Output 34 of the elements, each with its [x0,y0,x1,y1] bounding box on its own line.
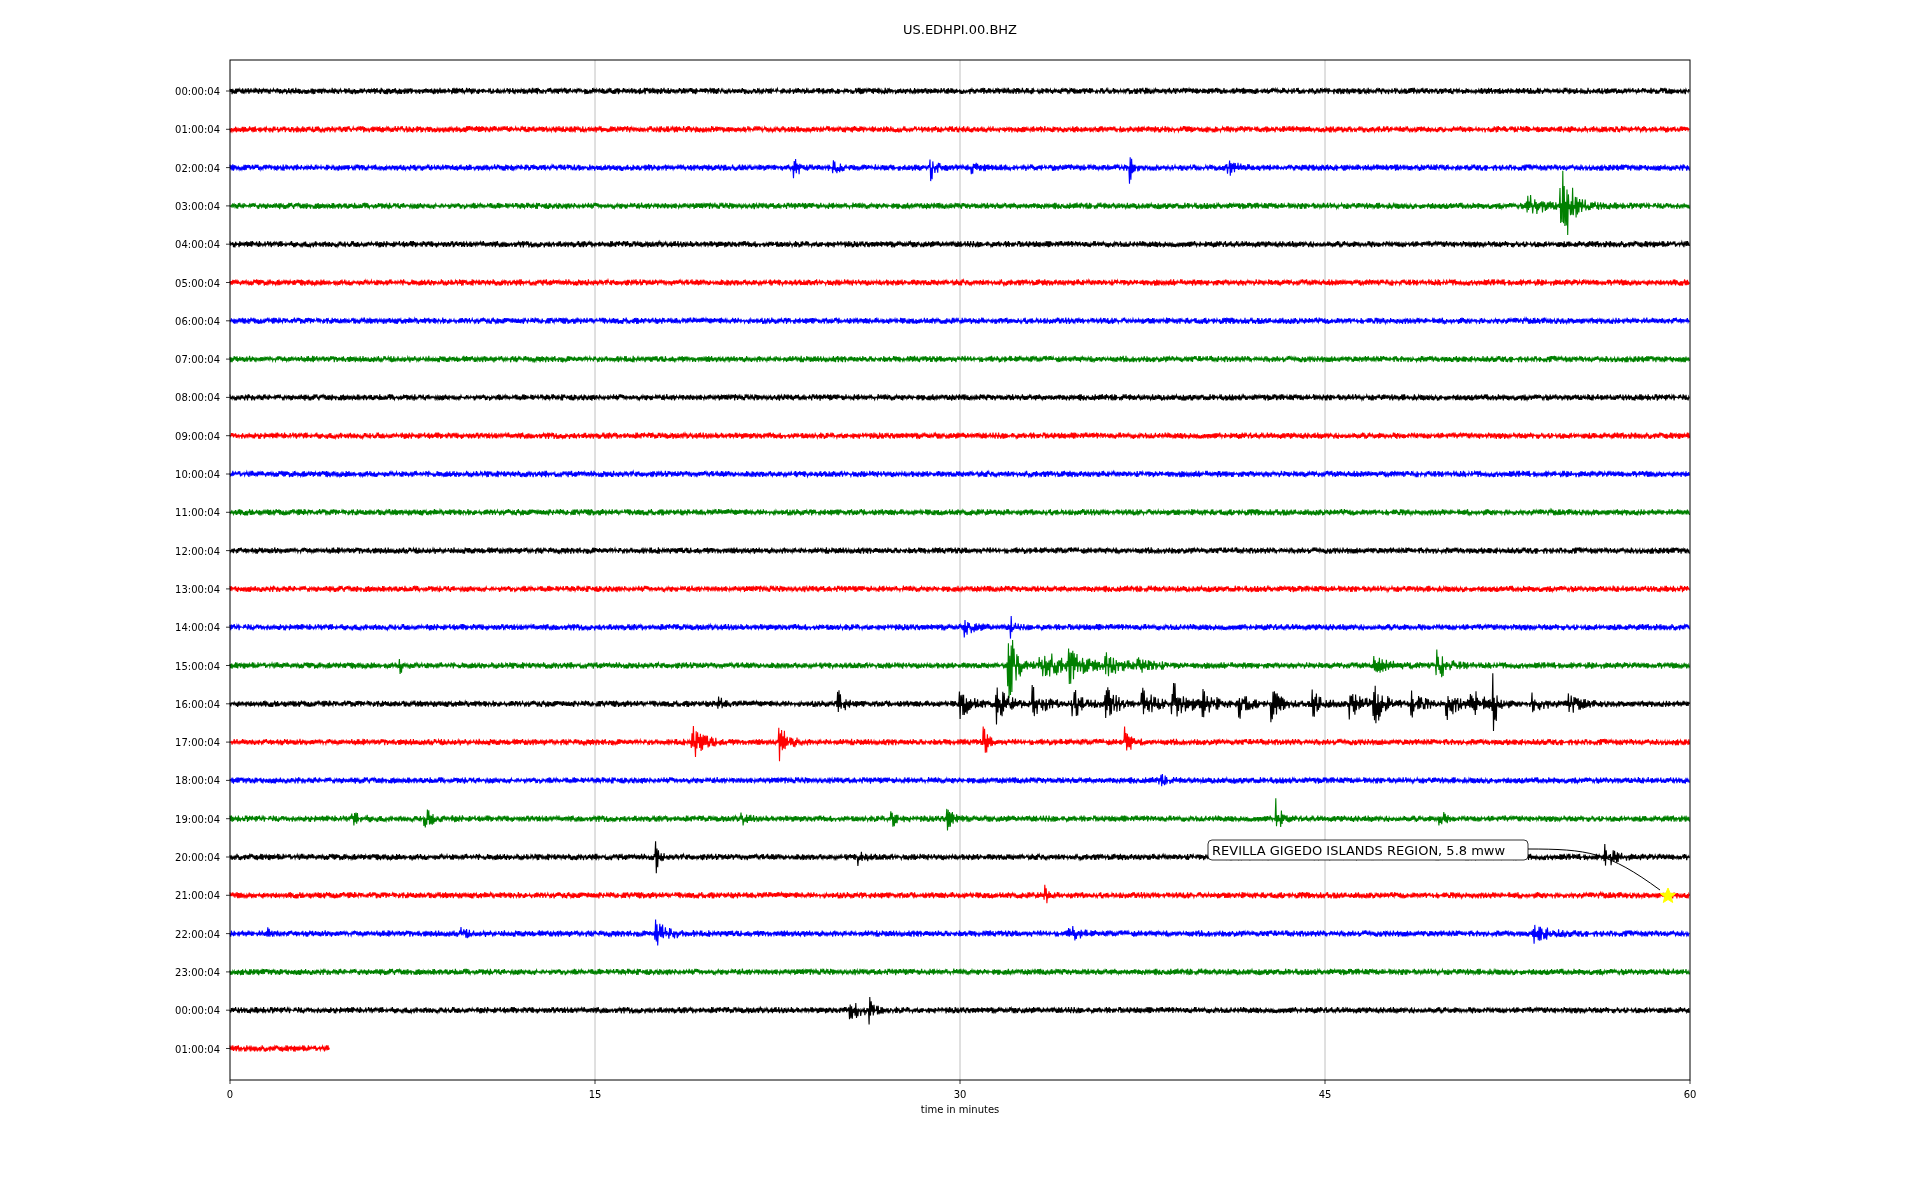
axis-tick-label: 30 [953,1089,967,1100]
time-label: 07:00:04 [175,354,220,366]
axis-tick-label: 60 [1683,1089,1697,1100]
time-label: 12:00:04 [175,545,220,557]
time-label: 02:00:04 [175,162,220,174]
time-label: 00:00:04 [175,86,220,97]
time-label: 17:00:04 [175,737,220,749]
time-label: 10:00:04 [175,469,220,480]
time-label: 03:00:04 [175,200,220,212]
time-label: 09:00:04 [175,430,220,442]
time-label: 21:00:04 [175,890,220,902]
axis-label: time in minutes [920,1104,1000,1115]
time-label: 19:00:04 [175,813,220,825]
time-label: 16:00:04 [175,698,220,710]
chart-title: US.EDHPI.00.BHZ [903,22,1017,37]
time-label: 06:00:04 [175,315,220,327]
time-label: 01:00:04 [175,1043,220,1055]
time-label: 20:00:04 [175,852,220,863]
axis-tick-label: 45 [1318,1089,1332,1100]
time-label: 08:00:04 [175,392,220,404]
time-label: 00:00:04 [175,1005,220,1017]
time-label: 22:00:04 [175,928,220,940]
time-label: 11:00:04 [175,507,220,519]
time-label: 23:00:04 [175,966,220,978]
time-label: 15:00:04 [175,660,220,672]
time-label: 18:00:04 [175,775,220,787]
axis-tick-label: 0 [226,1089,234,1100]
annotation-label: REVILLA GIGEDO ISLANDS REGION, 5.8 mww [1207,839,1529,861]
time-label: 05:00:04 [175,277,220,289]
time-label: 14:00:04 [175,622,220,634]
time-label: 01:00:04 [175,124,220,136]
axis-tick-label: 15 [588,1089,602,1100]
time-label: 13:00:04 [175,583,220,595]
time-label: 04:00:04 [175,239,220,251]
